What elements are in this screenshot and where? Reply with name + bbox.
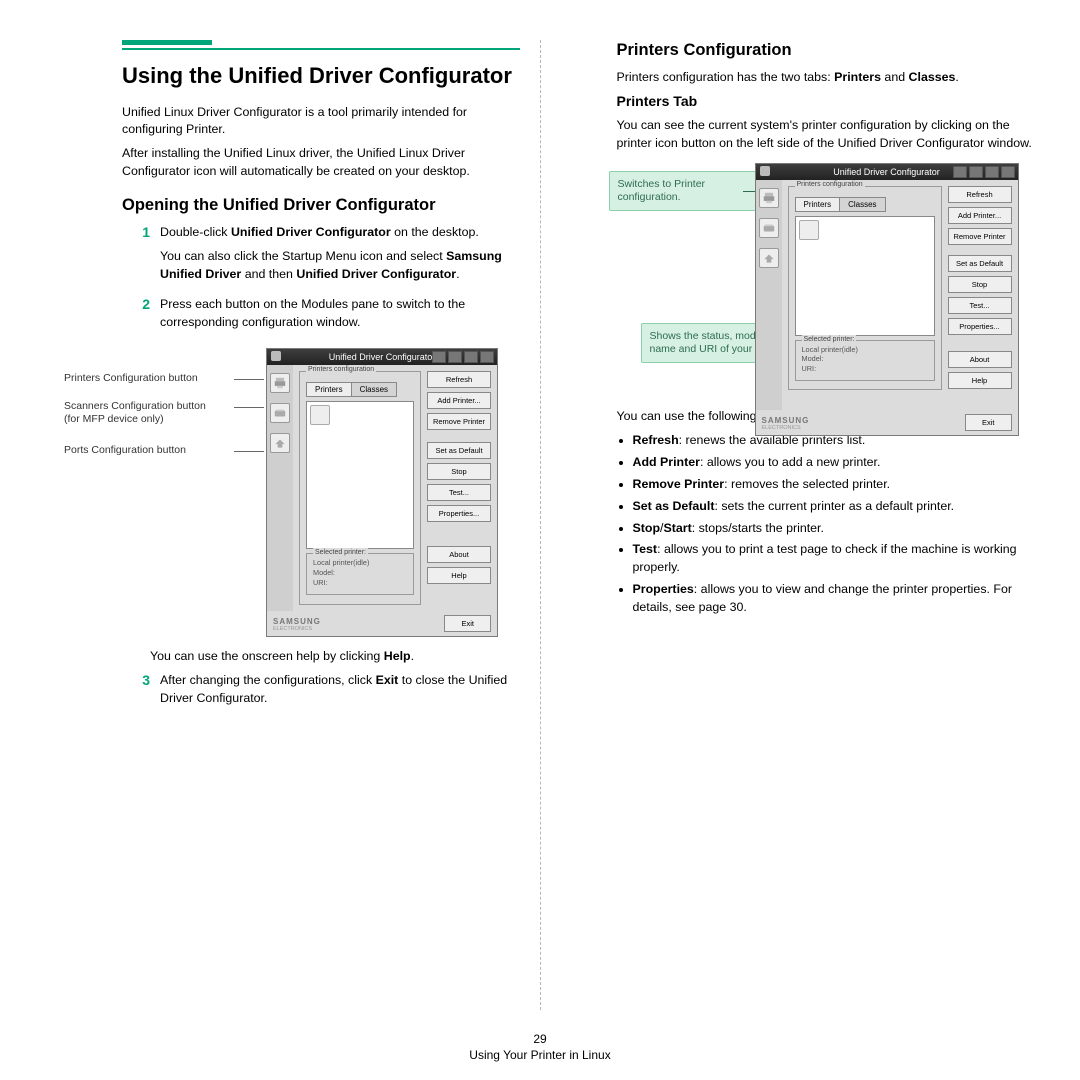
configurator-window: Unified Driver Configurator Printers con…	[266, 348, 498, 637]
window-icon	[271, 351, 281, 361]
set-default-button[interactable]: Set as Default	[948, 255, 1012, 272]
remove-printer-button[interactable]: Remove Printer	[427, 413, 491, 430]
add-printer-button[interactable]: Add Printer...	[427, 392, 491, 409]
exit-button[interactable]: Exit	[444, 615, 491, 632]
intro-para-1: Unified Linux Driver Configurator is a t…	[122, 104, 520, 140]
step3-text: After changing the configurations, click…	[160, 672, 520, 708]
properties-button[interactable]: Properties...	[948, 318, 1012, 335]
subheading-printers-tab: Printers Tab	[617, 93, 1037, 109]
printer-icon	[799, 220, 819, 240]
window-title: Unified Driver Configurator	[329, 352, 436, 362]
list-item: Set as Default: sets the current printer…	[633, 498, 1037, 516]
refresh-button[interactable]: Refresh	[427, 371, 491, 388]
tab-classes[interactable]: Classes	[840, 197, 885, 212]
groupbox-legend: Printers configuration	[306, 366, 376, 373]
heading-rule-thin	[122, 48, 520, 50]
page-number: 29	[0, 1032, 1080, 1046]
refresh-button[interactable]: Refresh	[948, 186, 1012, 203]
groupbox-legend: Printers configuration	[795, 181, 865, 188]
test-button[interactable]: Test...	[427, 484, 491, 501]
step-number: 1	[122, 224, 160, 290]
window-icon	[760, 166, 770, 176]
printer-icon	[310, 405, 330, 425]
window-buttons[interactable]	[953, 166, 1015, 178]
help-button[interactable]: Help	[948, 372, 1012, 389]
stop-button[interactable]: Stop	[948, 276, 1012, 293]
printer-list[interactable]	[795, 216, 935, 336]
label-ports-config: Ports Configuration button	[64, 444, 234, 457]
printer-list[interactable]	[306, 401, 414, 549]
page-footer: 29 Using Your Printer in Linux	[0, 1032, 1080, 1062]
onscreen-help-note: You can use the onscreen help by clickin…	[150, 648, 520, 666]
scanner-icon[interactable]	[759, 218, 779, 238]
configurator-window-right: Unified Driver Configurator Printers con…	[755, 163, 1019, 436]
printer-icon[interactable]	[759, 188, 779, 208]
help-button[interactable]: Help	[427, 567, 491, 584]
remove-printer-button[interactable]: Remove Printer	[948, 228, 1012, 245]
step-number: 2	[122, 296, 160, 338]
samsung-logo: SAMSUNG	[273, 617, 321, 626]
list-item: Properties: allows you to view and chang…	[633, 581, 1037, 617]
samsung-sublogo: ELECTRONICS	[273, 626, 321, 632]
port-icon[interactable]	[759, 248, 779, 268]
samsung-sublogo: ELECTRONICS	[762, 425, 810, 431]
list-item: Test: allows you to print a test page to…	[633, 541, 1037, 577]
port-icon[interactable]	[270, 433, 290, 453]
subheading-opening: Opening the Unified Driver Configurator	[122, 195, 520, 216]
about-button[interactable]: About	[948, 351, 1012, 368]
selected-printer-box: Selected printer: Local printer(idle) Mo…	[795, 340, 935, 382]
exit-button[interactable]: Exit	[965, 414, 1012, 431]
selected-printer-box: Selected printer: Local printer(idle) Mo…	[306, 553, 414, 595]
step1-line2: You can also click the Startup Menu icon…	[160, 248, 520, 284]
label-printers-config: Printers Configuration button	[64, 372, 234, 385]
step2-text: Press each button on the Modules pane to…	[160, 296, 520, 332]
stop-button[interactable]: Stop	[427, 463, 491, 480]
properties-button[interactable]: Properties...	[427, 505, 491, 522]
tab-classes[interactable]: Classes	[352, 382, 397, 397]
list-item: Add Printer: allows you to add a new pri…	[633, 454, 1037, 472]
tab-printers[interactable]: Printers	[306, 382, 352, 397]
about-button[interactable]: About	[427, 546, 491, 563]
printer-icon[interactable]	[270, 373, 290, 393]
test-button[interactable]: Test...	[948, 297, 1012, 314]
window-title: Unified Driver Configurator	[833, 167, 940, 177]
add-printer-button[interactable]: Add Printer...	[948, 207, 1012, 224]
controls-list: Refresh: renews the available printers l…	[617, 432, 1037, 618]
step-number: 3	[122, 672, 160, 714]
heading-rule	[122, 40, 212, 45]
label-scanners-config: Scanners Configuration button(for MFP de…	[64, 400, 234, 426]
list-item: Remove Printer: removes the selected pri…	[633, 476, 1037, 494]
samsung-logo: SAMSUNG	[762, 416, 810, 425]
list-item: Stop/Start: stops/starts the printer.	[633, 520, 1037, 538]
tab-printers[interactable]: Printers	[795, 197, 841, 212]
intro-para-2: After installing the Unified Linux drive…	[122, 145, 520, 181]
subheading-printers-config: Printers Configuration	[617, 40, 1037, 61]
set-default-button[interactable]: Set as Default	[427, 442, 491, 459]
step1-line1: Double-click Unified Driver Configurator…	[160, 224, 520, 242]
right-intro: Printers configuration has the two tabs:…	[617, 69, 1037, 87]
scanner-icon[interactable]	[270, 403, 290, 423]
window-buttons[interactable]	[432, 351, 494, 363]
footer-chapter: Using Your Printer in Linux	[0, 1048, 1080, 1062]
printers-tab-intro: You can see the current system's printer…	[617, 117, 1037, 153]
main-heading: Using the Unified Driver Configurator	[122, 62, 520, 90]
